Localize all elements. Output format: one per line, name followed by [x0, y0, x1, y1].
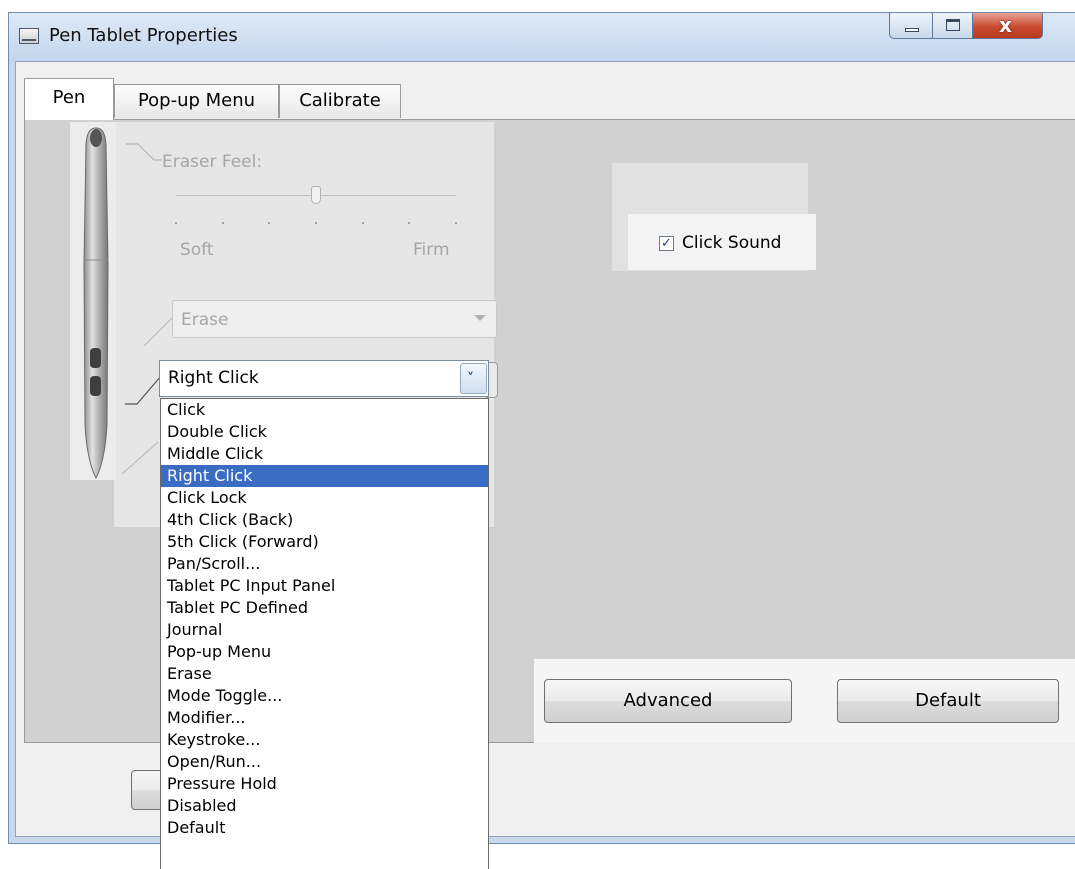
tab-calibrate[interactable]: Calibrate	[279, 84, 401, 118]
dialog-ok-button-partial[interactable]	[131, 770, 191, 810]
default-button[interactable]: Default	[837, 679, 1059, 723]
maximize-icon	[946, 19, 960, 31]
window-title: Pen Tablet Properties	[49, 25, 238, 46]
pen-tab-panel	[24, 119, 1075, 743]
close-icon: x	[999, 13, 1012, 37]
advanced-button[interactable]: Advanced	[544, 679, 792, 723]
window-app-icon	[19, 28, 39, 44]
caption-buttons: x	[889, 13, 1043, 41]
tab-popup-menu[interactable]: Pop-up Menu	[114, 84, 279, 118]
minimize-button[interactable]	[889, 13, 933, 39]
title-bar[interactable]: Pen Tablet Properties x	[9, 13, 1075, 61]
minimize-icon	[905, 28, 919, 32]
maximize-button[interactable]	[933, 13, 973, 39]
close-button[interactable]: x	[973, 13, 1043, 39]
dialog-client-area: Pen Pop-up Menu Calibrate Advanced Defau…	[15, 61, 1075, 837]
tab-pen[interactable]: Pen	[24, 78, 114, 120]
pen-tablet-properties-window: Pen Tablet Properties x Pen Pop-up Menu …	[8, 12, 1075, 844]
